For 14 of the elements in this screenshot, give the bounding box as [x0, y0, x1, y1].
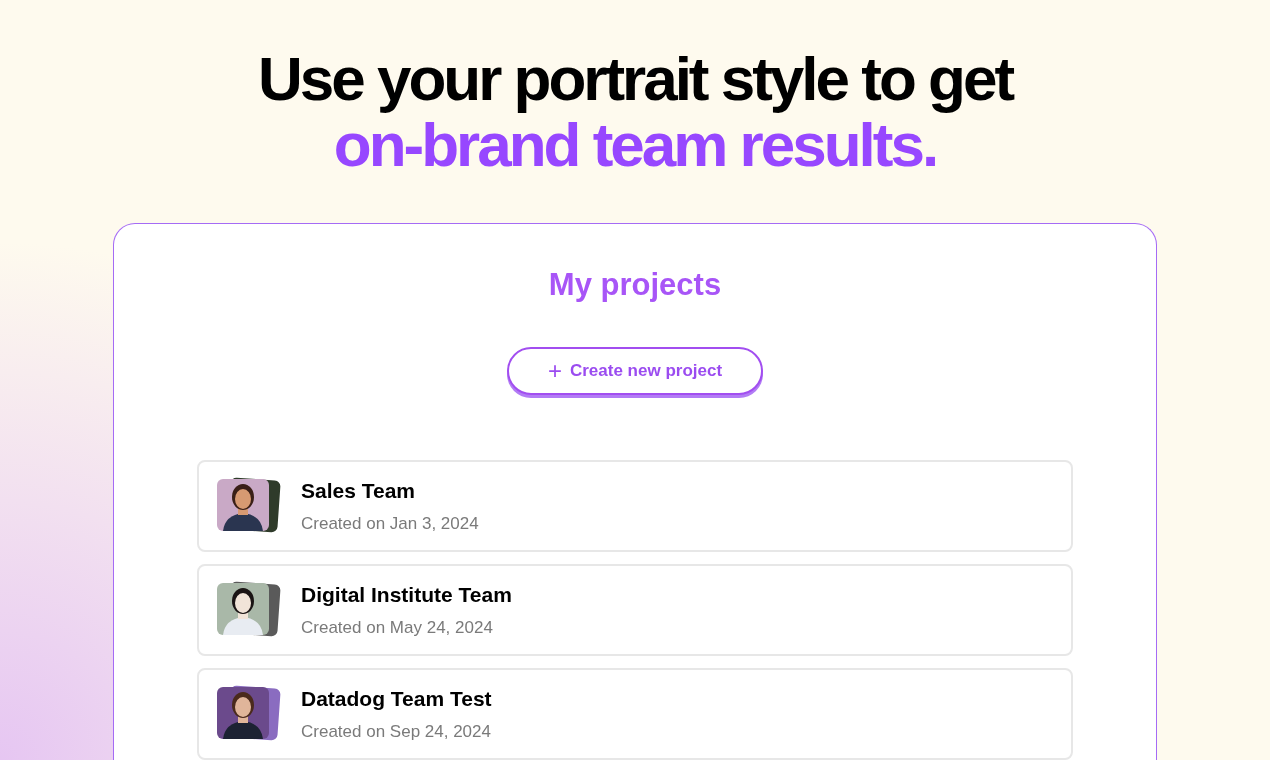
- headline-highlight: on-brand team results.: [333, 112, 937, 178]
- create-project-button[interactable]: + Create new project: [507, 346, 763, 395]
- plus-icon: +: [547, 358, 562, 383]
- project-date: Created on Jan 3, 2024: [301, 512, 479, 535]
- project-name: Datadog Team Test: [301, 686, 492, 712]
- project-row[interactable]: Sales Team Created on Jan 3, 2024: [197, 459, 1073, 552]
- project-date: Created on May 24, 2024: [301, 616, 494, 639]
- project-row[interactable]: Digital Institute Team Created on May 24, 2024: [197, 563, 1073, 656]
- project-row[interactable]: Datadog Team Test Created on Sep 24, 2024: [197, 667, 1073, 760]
- project-date: Created on Sep 24, 2024: [301, 720, 492, 743]
- project-name: Sales Team: [301, 478, 416, 504]
- panel-title: My projects: [548, 266, 722, 304]
- headline: Use your portrait style to get: [257, 46, 1013, 112]
- project-name: Digital Institute Team: [301, 582, 512, 608]
